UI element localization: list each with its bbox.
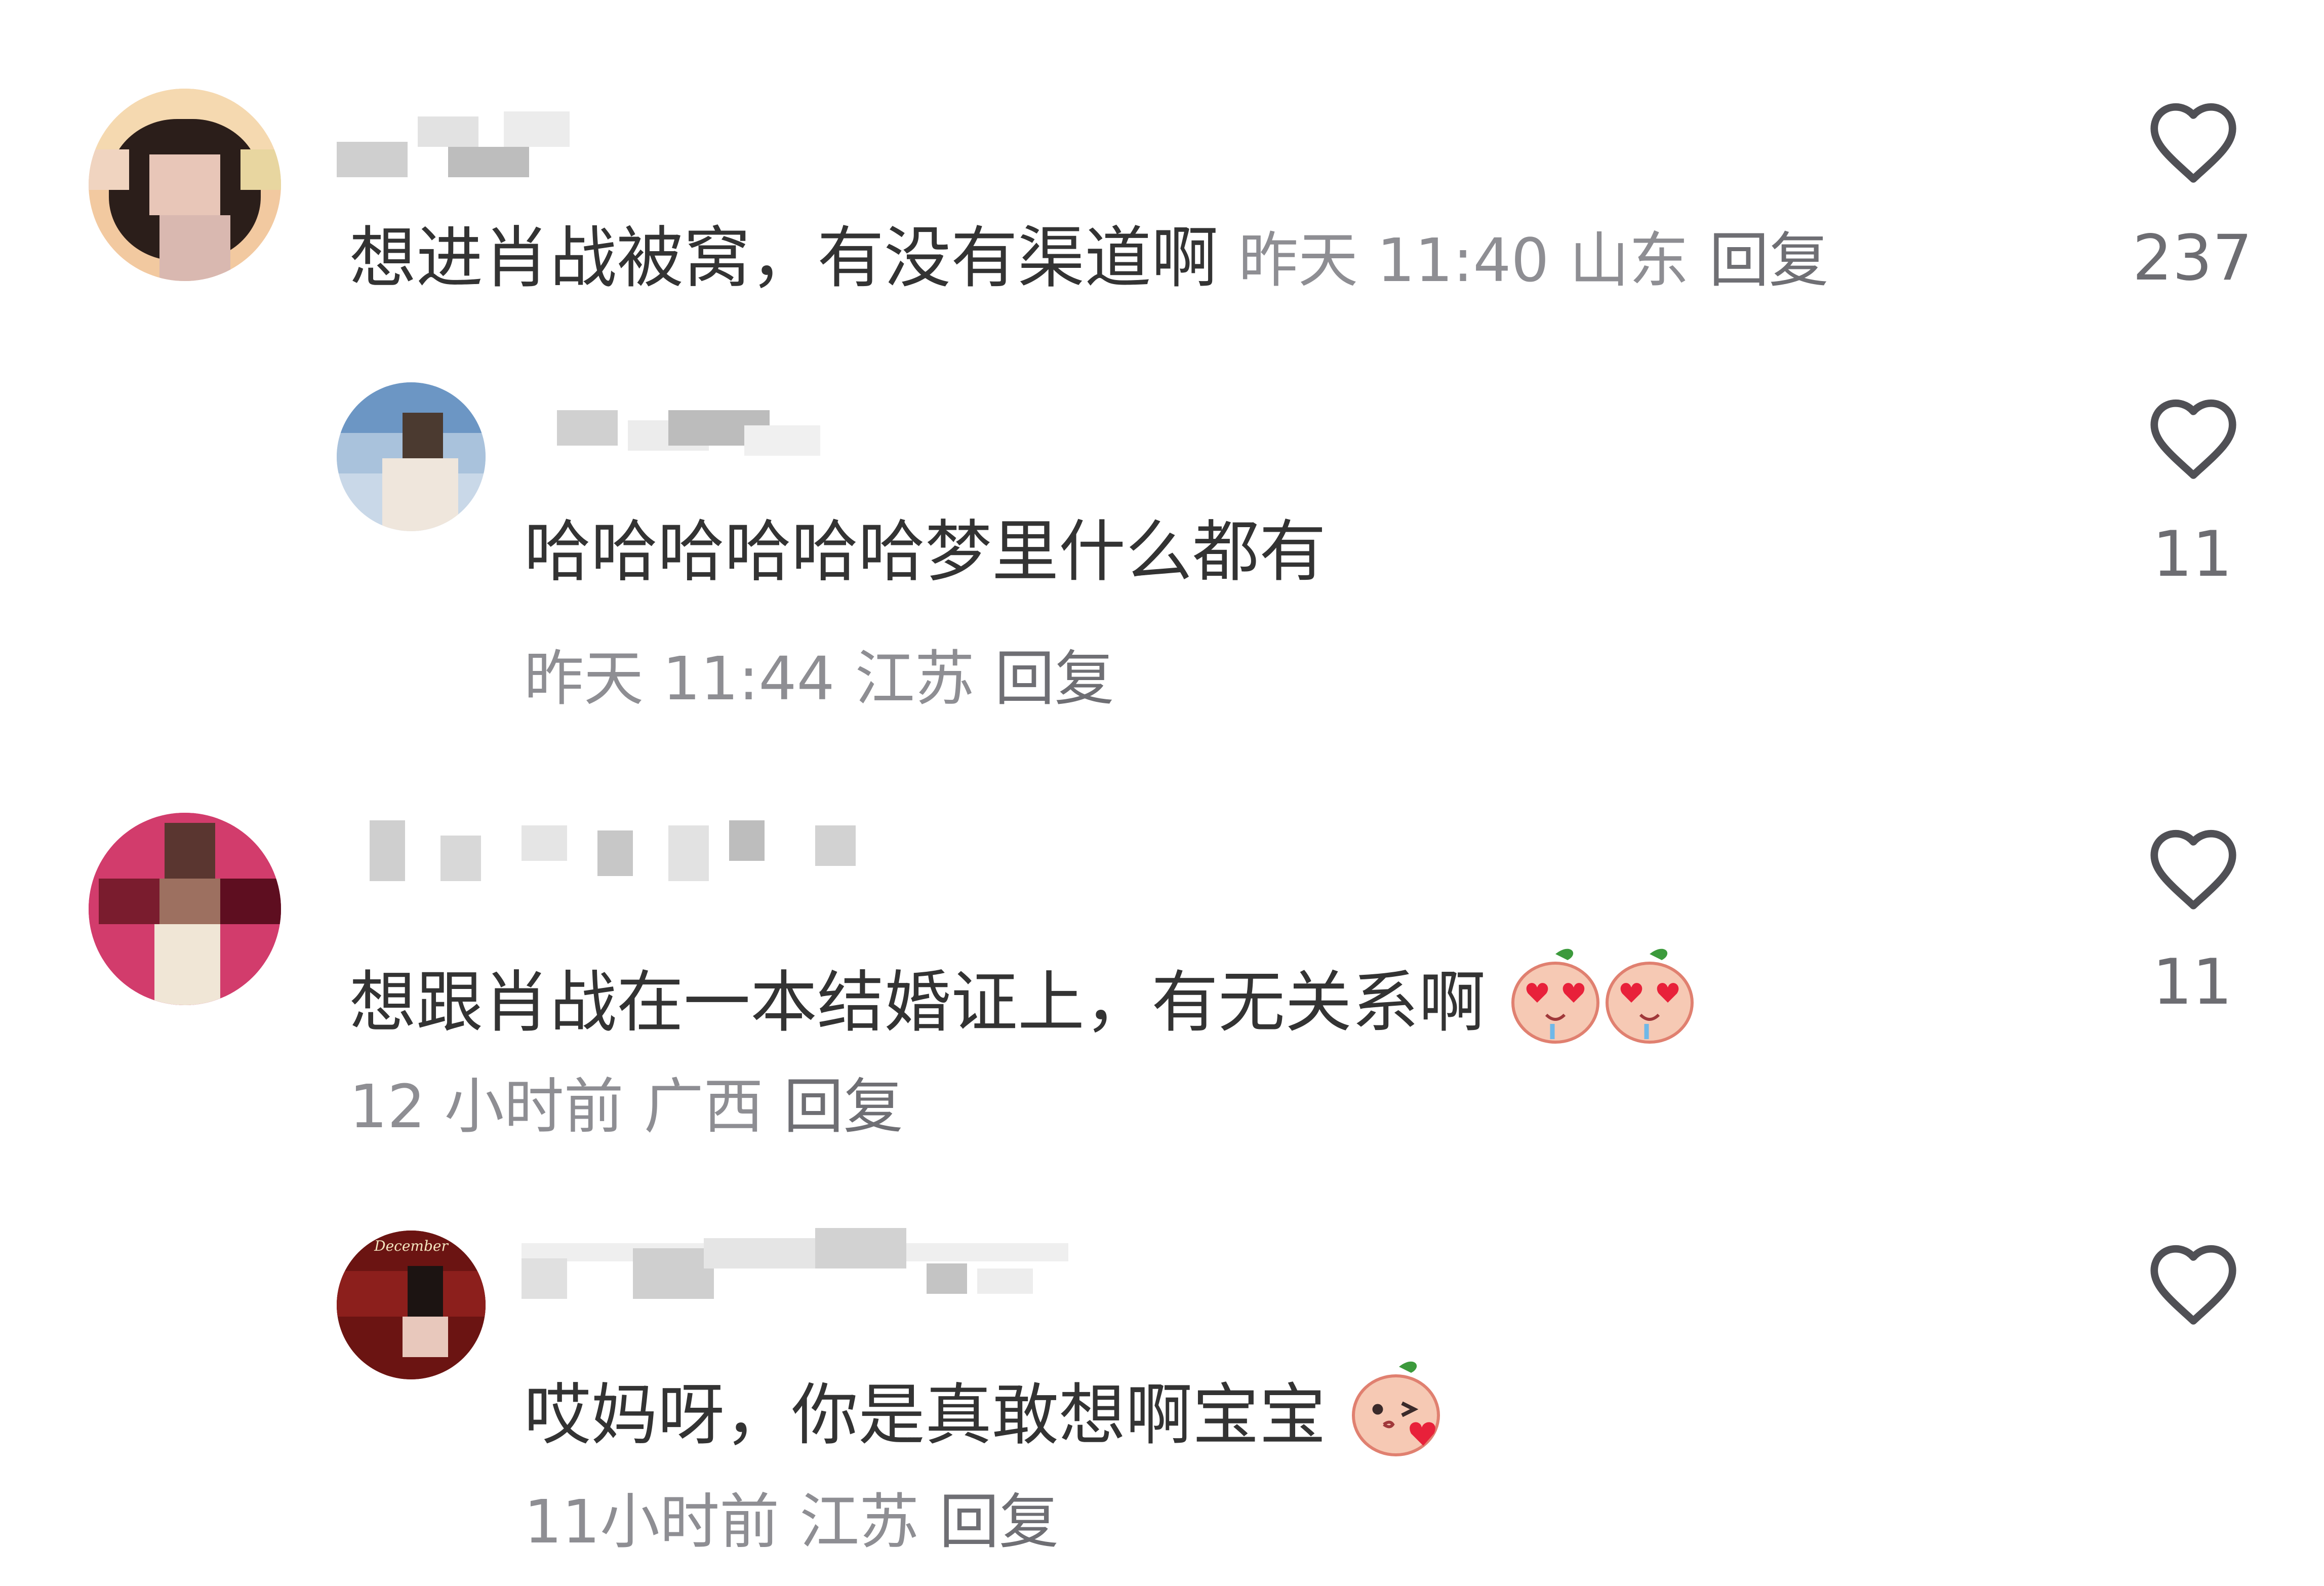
like-heart-icon[interactable]: [2145, 99, 2241, 185]
comment-meta: 11小时前 江苏 回复: [524, 1486, 1059, 1557]
comment-text: 想进肖战被窝，有没有渠道啊 昨天 11:40 山东 回复: [349, 218, 1829, 301]
like-heart-icon[interactable]: [2145, 825, 2241, 911]
like-count: 11: [2152, 946, 2232, 1019]
avatar-caption: December: [374, 1238, 448, 1254]
comment-location: 山东: [1569, 225, 1689, 295]
comment-time: 昨天 11:44: [524, 644, 835, 713]
username-blurred[interactable]: [365, 815, 861, 886]
comment-meta: 12 小时前 广西 回复: [349, 1071, 903, 1142]
comment-location: 江苏: [799, 1487, 919, 1557]
like-heart-icon[interactable]: [2145, 395, 2241, 481]
username-blurred[interactable]: [527, 400, 820, 471]
comment-location: 江苏: [855, 644, 975, 713]
reply-button[interactable]: 回复: [784, 1072, 903, 1141]
comment-text: 想跟肖战在一本结婚证上，有无关系啊: [349, 944, 1695, 1046]
heart-eyes-emoji-icon: [1511, 948, 1599, 1044]
username-blurred[interactable]: [522, 1228, 1089, 1299]
comment-time: 昨天 11:40: [1238, 225, 1549, 295]
reply-button[interactable]: 回复: [995, 644, 1114, 713]
avatar[interactable]: [89, 89, 281, 281]
comment-text: 哎妈呀，你是真敢想啊宝宝: [524, 1357, 1441, 1458]
like-count: 11: [2152, 518, 2232, 591]
reply-button[interactable]: 回复: [939, 1487, 1059, 1557]
comment-time: 12 小时前: [349, 1072, 624, 1141]
avatar[interactable]: [89, 813, 281, 1005]
avatar[interactable]: December: [337, 1231, 486, 1379]
comment-meta: 昨天 11:44 江苏 回复: [524, 643, 1114, 714]
like-count: 237: [2132, 222, 2253, 295]
reply-button[interactable]: 回复: [1709, 225, 1829, 295]
comment-body: 哈哈哈哈哈哈梦里什么都有: [524, 513, 1326, 591]
avatar[interactable]: [337, 382, 486, 531]
comment-body: 想跟肖战在一本结婚证上，有无关系啊: [349, 964, 1486, 1042]
heart-eyes-emoji-icon: [1605, 948, 1694, 1044]
like-heart-icon[interactable]: [2145, 1241, 2241, 1327]
kiss-emoji-icon: [1351, 1361, 1440, 1456]
comment-body: 想进肖战被窝，有没有渠道啊: [349, 219, 1218, 297]
username-blurred[interactable]: [337, 106, 570, 177]
comment-location: 广西: [644, 1072, 764, 1141]
comment-body: 哎妈呀，你是真敢想啊宝宝: [524, 1376, 1326, 1454]
comment-time: 11小时前: [524, 1487, 780, 1557]
